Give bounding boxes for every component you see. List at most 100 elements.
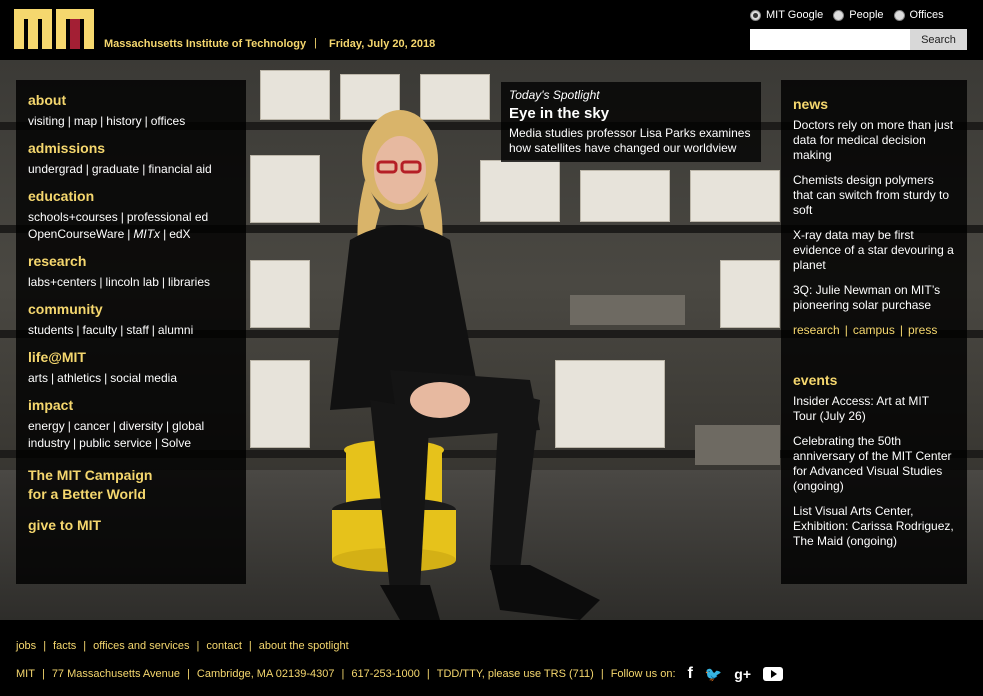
news-tag-press[interactable]: press <box>908 323 937 337</box>
search-input[interactable] <box>750 29 910 50</box>
event-item[interactable]: Celebrating the 50th anniversary of the … <box>793 434 955 494</box>
nav-link-libraries[interactable]: libraries <box>168 275 210 289</box>
radio-offices[interactable]: Offices <box>893 9 944 21</box>
news-item[interactable]: 3Q: Julie Newman on MIT’s pioneering sol… <box>793 283 955 313</box>
radio-button-checked[interactable] <box>750 9 761 21</box>
search-button[interactable]: Search <box>910 29 967 50</box>
nav-head-admissions[interactable]: admissions <box>28 140 234 156</box>
news-item[interactable]: Doctors rely on more than just data for … <box>793 118 955 163</box>
nav-link-students[interactable]: students <box>28 323 73 337</box>
nav-link-edx[interactable]: edX <box>169 227 190 241</box>
nav-link-solve[interactable]: Solve <box>161 436 191 450</box>
campaign-link-line2[interactable]: for a Better World <box>28 485 234 504</box>
footer-tdd: TDD/TTY, please use TRS (711) <box>436 668 594 680</box>
nav-head-life[interactable]: life@MIT <box>28 349 234 365</box>
event-item[interactable]: Insider Access: Art at MIT Tour (July 26… <box>793 394 955 424</box>
news-item[interactable]: Chemists design polymers that can switch… <box>793 173 955 218</box>
radio-mit-google[interactable]: MIT Google <box>750 9 823 21</box>
search-scope-group: MIT Google People Offices <box>750 9 944 21</box>
google-plus-icon[interactable]: g+ <box>734 666 751 682</box>
footer-link-facts[interactable]: facts <box>53 640 76 652</box>
give-to-mit-link[interactable]: give to MIT <box>28 516 234 535</box>
binder <box>250 360 310 448</box>
nav-link-financial-aid[interactable]: financial aid <box>148 162 211 176</box>
footer-link-contact[interactable]: contact <box>206 640 241 652</box>
events-heading[interactable]: events <box>793 372 955 388</box>
nav-section-education: education schools+courses | professional e… <box>28 188 234 243</box>
nav-section-impact: impact energy | cancer | diversity | global in… <box>28 397 234 452</box>
radio-label: Offices <box>909 9 944 21</box>
radio-button[interactable] <box>833 9 845 21</box>
nav-link-global[interactable]: global <box>172 419 204 433</box>
nav-link-schools-courses[interactable]: schools+courses <box>28 210 118 224</box>
nav-link-faculty[interactable]: faculty <box>83 323 118 337</box>
nav-link-opencourseware[interactable]: OpenCourseWare <box>28 227 124 241</box>
nav-section-about: about visiting | map | history | offices <box>28 92 234 130</box>
nav-link-athletics[interactable]: athletics <box>57 371 101 385</box>
nav-links: schools+courses | professional ed OpenCour… <box>28 210 209 241</box>
nav-head-research[interactable]: research <box>28 253 234 269</box>
nav-section-admissions: admissions undergrad | graduate | financial … <box>28 140 234 178</box>
nav-link-history[interactable]: history <box>106 114 141 128</box>
nav-link-lincoln-lab[interactable]: lincoln lab <box>106 275 159 289</box>
news-tag-campus[interactable]: campus <box>853 323 895 337</box>
twitter-icon[interactable]: 🐦 <box>705 666 722 683</box>
event-item[interactable]: List Visual Arts Center, Exhibition: Car… <box>793 504 955 549</box>
site-title[interactable]: Massachusetts Institute of Technology <box>104 38 306 50</box>
nav-link-staff[interactable]: staff <box>126 323 148 337</box>
spotlight-title[interactable]: Eye in the sky <box>509 105 753 122</box>
nav-link-professional-ed[interactable]: professional ed <box>127 210 208 224</box>
nav-link-social-media[interactable]: social media <box>110 371 177 385</box>
footer-address: MIT | 77 Massachusetts Avenue | Cambridge, M… <box>16 665 784 683</box>
radio-label: MIT Google <box>766 9 824 21</box>
nav-link-industry[interactable]: industry <box>28 436 70 450</box>
site-footer: jobs | facts | offices and services | contact |… <box>0 620 983 696</box>
radio-button[interactable] <box>893 9 905 21</box>
nav-link-undergrad[interactable]: undergrad <box>28 162 83 176</box>
radio-people[interactable]: People <box>833 9 884 21</box>
spotlight-kicker: Today's Spotlight <box>509 88 600 102</box>
nav-links: students | faculty | staff | alumni <box>28 323 194 337</box>
news-tag-research[interactable]: research <box>793 323 840 337</box>
nav-link-mitx[interactable]: MITx <box>133 227 160 241</box>
footer-link-about-spotlight[interactable]: about the spotlight <box>259 640 349 652</box>
news-item[interactable]: X-ray data may be first evidence of a st… <box>793 228 955 273</box>
campaign-link-line1[interactable]: The MIT Campaign <box>28 466 234 485</box>
footer-phone: 617-253-1000 <box>351 668 420 680</box>
nav-links: undergrad | graduate | financial aid <box>28 162 212 176</box>
nav-section-community: community students | faculty | staff | alumni <box>28 301 234 339</box>
nav-link-visiting[interactable]: visiting <box>28 114 65 128</box>
nav-link-labs-centers[interactable]: labs+centers <box>28 275 96 289</box>
nav-link-graduate[interactable]: graduate <box>92 162 139 176</box>
facebook-icon[interactable]: f <box>688 665 693 683</box>
nav-link-diversity[interactable]: diversity <box>119 419 163 433</box>
nav-head-education[interactable]: education <box>28 188 234 204</box>
binder <box>720 260 780 328</box>
nav-link-offices[interactable]: offices <box>151 114 185 128</box>
nav-link-public-service[interactable]: public service <box>79 436 152 450</box>
nav-link-cancer[interactable]: cancer <box>74 419 110 433</box>
nav-links: labs+centers | lincoln lab | libraries <box>28 275 211 289</box>
nav-link-arts[interactable]: arts <box>28 371 48 385</box>
nav-section-campaign[interactable]: The MIT Campaign for a Better World <box>28 466 234 504</box>
footer-link-jobs[interactable]: jobs <box>16 640 36 652</box>
footer-city: Cambridge, MA 02139-4307 <box>196 668 335 680</box>
nav-links: energy | cancer | diversity | global industry |… <box>28 419 205 450</box>
events-panel: events Insider Access: Art at MIT Tour (… <box>781 364 967 584</box>
nav-head-community[interactable]: community <box>28 301 234 317</box>
binder <box>690 170 780 222</box>
news-heading[interactable]: news <box>793 96 955 112</box>
footer-link-offices-services[interactable]: offices and services <box>93 640 189 652</box>
nav-section-give: give to MIT <box>28 516 234 535</box>
spotlight-box[interactable]: Today's Spotlight Eye in the sky Media s… <box>501 82 761 162</box>
spotlight-description[interactable]: Media studies professor Lisa Parks exami… <box>509 126 753 156</box>
nav-head-about[interactable]: about <box>28 92 234 108</box>
nav-link-energy[interactable]: energy <box>28 419 65 433</box>
nav-head-impact[interactable]: impact <box>28 397 234 413</box>
nav-link-map[interactable]: map <box>74 114 97 128</box>
binder <box>250 260 310 328</box>
nav-section-life: life@MIT arts | athletics | social media <box>28 349 234 387</box>
nav-link-alumni[interactable]: alumni <box>158 323 193 337</box>
youtube-icon[interactable] <box>763 667 784 681</box>
mit-logo[interactable] <box>14 9 96 49</box>
